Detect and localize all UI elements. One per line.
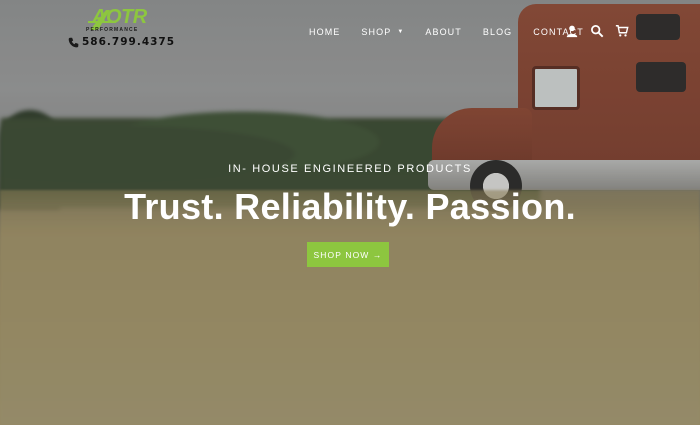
nav-shop[interactable]: SHOP ▼ [361,27,404,37]
phone-icon [68,37,79,47]
nav-home[interactable]: HOME [309,27,340,37]
phone-contact[interactable]: 586.799.4375 [68,36,175,48]
nav-shop-label: SHOP [361,27,392,37]
chevron-down-icon: ▼ [397,29,405,35]
logo-text[interactable]: AOTR [92,6,147,29]
main-nav: HOME SHOP ▼ ABOUT BLOG CONTACT [309,27,584,37]
hero-headline: Trust. Reliability. Passion. [124,186,576,227]
logo-subtext: PERFORMANCE [86,27,139,33]
header-icons [565,24,629,38]
cart-icon[interactable] [615,24,629,38]
nav-blog[interactable]: BLOG [483,27,512,37]
hero-section: AOTR PERFORMANCE 586.799.4375 HOME SHOP … [0,0,700,425]
phone-number[interactable]: 586.799.4375 [82,36,175,48]
hero-eyebrow: IN- HOUSE ENGINEERED PRODUCTS [228,163,472,175]
shop-now-button[interactable]: SHOP NOW → [307,242,389,267]
nav-about[interactable]: ABOUT [425,27,462,37]
account-icon[interactable] [565,24,579,38]
search-icon[interactable] [590,24,604,38]
